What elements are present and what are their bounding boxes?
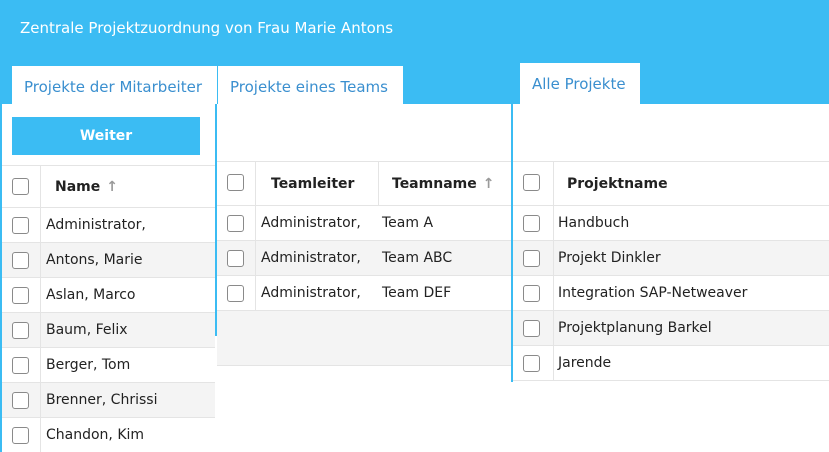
column-divider <box>40 278 41 312</box>
row-checkbox[interactable] <box>12 252 29 269</box>
teamname-column-header[interactable]: Teamname ↑ <box>392 162 494 205</box>
column-divider <box>553 162 554 205</box>
column-divider <box>40 208 41 242</box>
employee-name: Administrator, <box>46 217 146 233</box>
weiter-button[interactable]: Weiter <box>12 117 200 155</box>
row-checkbox[interactable] <box>227 250 244 267</box>
row-checkbox[interactable] <box>12 322 29 339</box>
projects-table: Projektname Handbuch Projekt Dinkler Integ… <box>513 161 829 383</box>
tab-alle-projekte[interactable]: Alle Projekte <box>520 63 640 105</box>
row-checkbox[interactable] <box>523 215 540 232</box>
select-all-checkbox[interactable] <box>523 174 540 191</box>
column-divider <box>553 241 554 275</box>
table-row[interactable]: Projektplanung Barkel <box>513 311 829 346</box>
row-checkbox[interactable] <box>12 427 29 444</box>
column-divider <box>553 206 554 240</box>
column-divider <box>255 241 256 275</box>
row-checkbox[interactable] <box>12 217 29 234</box>
table-row[interactable]: Chandon, Kim <box>2 418 215 452</box>
project-name: Projekt Dinkler <box>558 250 661 266</box>
team-leader: Administrator, <box>261 215 361 231</box>
table-row[interactable]: Administrator, <box>2 208 215 243</box>
team-name: Team A <box>382 215 434 231</box>
row-checkbox[interactable] <box>523 285 540 302</box>
column-divider <box>553 346 554 380</box>
projects-table-header: Projektname <box>513 161 829 206</box>
table-row[interactable]: Brenner, Chrissi <box>2 383 215 418</box>
select-all-checkbox[interactable] <box>12 178 29 195</box>
project-name: Integration SAP-Netweaver <box>558 285 748 301</box>
table-row[interactable]: Projekt Dinkler <box>513 241 829 276</box>
column-divider <box>553 311 554 345</box>
column-divider <box>255 206 256 240</box>
team-name: Team DEF <box>382 285 452 301</box>
employees-table-header: Name ↑ <box>2 165 215 208</box>
column-divider <box>40 383 41 417</box>
projektname-column-header[interactable]: Projektname <box>567 162 668 205</box>
table-row[interactable]: Berger, Tom <box>2 348 215 383</box>
sort-ascending-icon: ↑ <box>482 176 495 192</box>
table-row[interactable]: Administrator, Team ABC <box>217 241 511 276</box>
column-label: Teamname <box>392 176 477 192</box>
column-divider <box>40 166 41 207</box>
employee-name: Antons, Marie <box>46 252 143 268</box>
column-label: Projektname <box>567 176 668 192</box>
row-checkbox[interactable] <box>12 357 29 374</box>
sort-ascending-icon: ↑ <box>106 179 118 195</box>
tab-projekte-der-mitarbeiter[interactable]: Projekte der Mitarbeiter <box>12 66 217 106</box>
column-divider <box>40 418 41 452</box>
select-all-checkbox[interactable] <box>227 174 244 191</box>
row-checkbox[interactable] <box>523 355 540 372</box>
teamleiter-column-header[interactable]: Teamleiter <box>271 162 354 205</box>
project-name: Jarende <box>558 355 612 371</box>
teams-table-header: Teamleiter Teamname ↑ <box>217 161 511 206</box>
teams-table: Teamleiter Teamname ↑ Administrator, Team … <box>217 161 511 366</box>
page-title: Zentrale Projektzuordnung von Frau Marie… <box>20 19 394 37</box>
table-row[interactable]: Handbuch <box>513 206 829 241</box>
column-divider <box>378 162 379 205</box>
team-leader: Administrator, <box>261 285 361 301</box>
employee-name: Aslan, Marco <box>46 287 136 303</box>
column-divider <box>40 348 41 382</box>
tab-label: Projekte eines Teams <box>230 78 388 96</box>
employee-name: Berger, Tom <box>46 357 131 373</box>
table-row[interactable]: Administrator, Team DEF <box>217 276 511 311</box>
column-label: Name <box>55 179 101 195</box>
employee-name: Chandon, Kim <box>46 427 145 443</box>
table-empty-area <box>217 311 511 366</box>
row-checkbox[interactable] <box>12 392 29 409</box>
table-row[interactable]: Baum, Felix <box>2 313 215 348</box>
name-column-header[interactable]: Name ↑ <box>55 166 118 207</box>
row-checkbox[interactable] <box>12 287 29 304</box>
column-divider <box>255 162 256 205</box>
project-name: Handbuch <box>558 215 630 231</box>
employee-name: Baum, Felix <box>46 322 128 338</box>
row-checkbox[interactable] <box>523 320 540 337</box>
table-row[interactable]: Aslan, Marco <box>2 278 215 313</box>
row-checkbox[interactable] <box>227 285 244 302</box>
employee-name: Brenner, Chrissi <box>46 392 158 408</box>
column-label: Teamleiter <box>271 176 355 192</box>
table-row[interactable]: Integration SAP-Netweaver <box>513 276 829 311</box>
column-divider <box>40 243 41 277</box>
team-leader: Administrator, <box>261 250 361 266</box>
team-name: Team ABC <box>382 250 453 266</box>
column-divider <box>553 276 554 310</box>
tab-label: Alle Projekte <box>532 75 626 93</box>
table-row[interactable]: Jarende <box>513 346 829 381</box>
project-name: Projektplanung Barkel <box>558 320 712 336</box>
column-divider <box>40 313 41 347</box>
table-row[interactable]: Administrator, Team A <box>217 206 511 241</box>
table-row[interactable]: Antons, Marie <box>2 243 215 278</box>
tab-label: Projekte der Mitarbeiter <box>24 78 202 96</box>
employees-table: Name ↑ Administrator, Antons, Marie Aslan, … <box>2 165 215 452</box>
column-divider <box>255 276 256 310</box>
tab-projekte-eines-teams[interactable]: Projekte eines Teams <box>218 66 403 106</box>
row-checkbox[interactable] <box>523 250 540 267</box>
row-checkbox[interactable] <box>227 215 244 232</box>
